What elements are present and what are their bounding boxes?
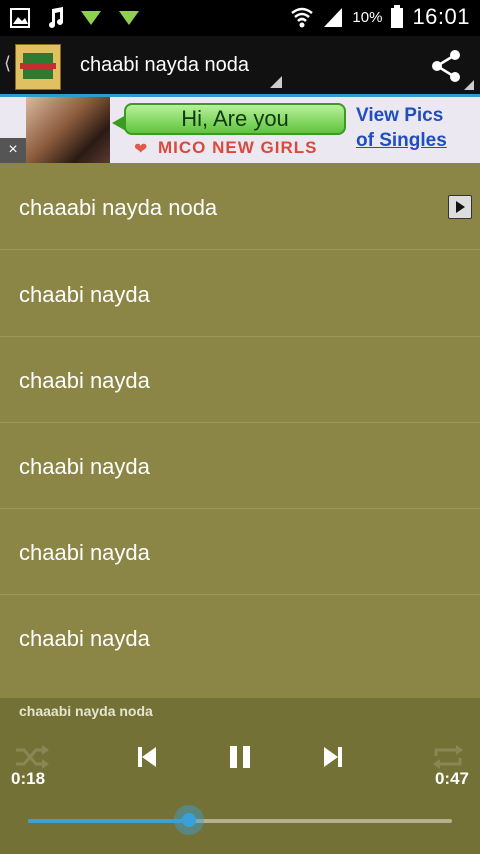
now-playing-title: chaaabi nayda noda (19, 703, 153, 719)
track-list: chaaabi nayda noda chaabi nayda chaabi n… (0, 163, 480, 698)
ad-photo (26, 97, 110, 163)
previous-icon[interactable] (126, 742, 166, 772)
signal-icon (324, 8, 343, 27)
track-title: chaabi nayda (19, 626, 150, 651)
share-dropdown-indicator (464, 80, 474, 90)
app-icon[interactable] (15, 44, 61, 90)
ad-bubble-text: Hi, Are you (124, 103, 346, 135)
shuffle-icon[interactable] (12, 742, 52, 772)
track-title: chaabi nayda (19, 454, 150, 479)
status-bar: 10% 16:01 (0, 0, 480, 36)
share-icon[interactable] (428, 48, 464, 84)
ad-cta-line2: of Singles (356, 130, 447, 151)
gallery-icon (10, 8, 30, 28)
battery-percent: 10% (352, 8, 383, 26)
track-item[interactable]: chaabi nayda (0, 422, 480, 509)
track-item[interactable]: chaabi nayda (0, 250, 480, 337)
music-note-icon (49, 7, 63, 28)
track-title: chaabi nayda (19, 368, 150, 393)
total-time: 0:47 (434, 769, 469, 788)
track-item[interactable]: chaaabi nayda noda (0, 163, 480, 250)
clock: 16:01 (412, 4, 470, 29)
track-title: chaabi nayda (19, 282, 150, 307)
heart-icon: ❤ (134, 141, 148, 158)
repeat-icon[interactable] (428, 742, 468, 772)
pause-icon[interactable] (220, 742, 260, 772)
ad-cta-line1: View Pics (356, 105, 444, 126)
player-bar: chaaabi nayda noda 0:18 0:47 (0, 698, 480, 854)
next-icon[interactable] (314, 742, 354, 772)
action-bar: ⟨ chaabi nayda noda (0, 36, 480, 97)
ad-brand-text: MICO NEW GIRLS (158, 138, 318, 157)
seek-bar[interactable] (28, 805, 452, 835)
title-dropdown-indicator (270, 76, 282, 88)
seek-thumb[interactable] (174, 805, 205, 835)
track-title: chaaabi nayda noda (19, 195, 218, 220)
battery-icon (391, 5, 404, 28)
track-item[interactable]: chaabi nayda (0, 594, 480, 680)
playing-indicator-icon (448, 195, 472, 219)
track-title: chaabi nayda (19, 540, 150, 565)
track-item[interactable]: chaabi nayda (0, 508, 480, 595)
wifi-icon (291, 7, 314, 28)
download-icon (81, 11, 101, 25)
back-chevron-icon[interactable]: ⟨ (4, 53, 11, 74)
track-item[interactable]: chaabi nayda (0, 336, 480, 423)
current-time: 0:18 (11, 769, 46, 788)
ad-banner[interactable]: Hi, Are you ❤ MICO NEW GIRLS View Pics o… (0, 97, 480, 163)
app-title[interactable]: chaabi nayda noda (80, 54, 249, 77)
ad-close-button[interactable]: × (0, 138, 26, 164)
download-icon (119, 11, 139, 25)
seek-progress (28, 819, 190, 823)
